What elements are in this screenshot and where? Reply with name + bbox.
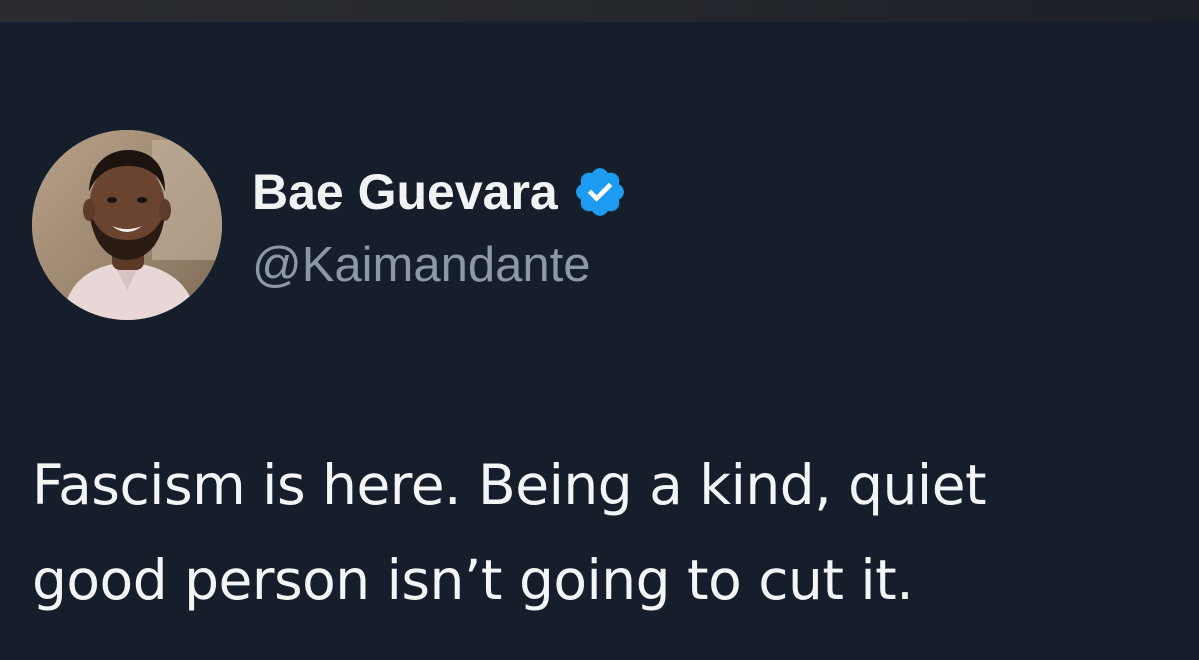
tweet-line: good person isn’t going to cut it. bbox=[32, 548, 914, 612]
tweet-line: Fascism is here. Being a kind, quiet bbox=[32, 453, 987, 517]
tweet-card: Bae Guevara @Kaimandante Fascism is here… bbox=[0, 22, 1199, 660]
avatar[interactable] bbox=[32, 130, 222, 320]
profile-photo bbox=[32, 130, 222, 320]
top-edge-strip bbox=[0, 0, 1199, 22]
display-name[interactable]: Bae Guevara bbox=[252, 162, 558, 222]
verified-badge-icon[interactable] bbox=[572, 164, 628, 220]
tweet-body: Fascism is here. Being a kind, quiet goo… bbox=[32, 438, 1172, 628]
user-handle[interactable]: @Kaimandante bbox=[252, 235, 591, 295]
author-name-row: Bae Guevara bbox=[252, 162, 628, 222]
